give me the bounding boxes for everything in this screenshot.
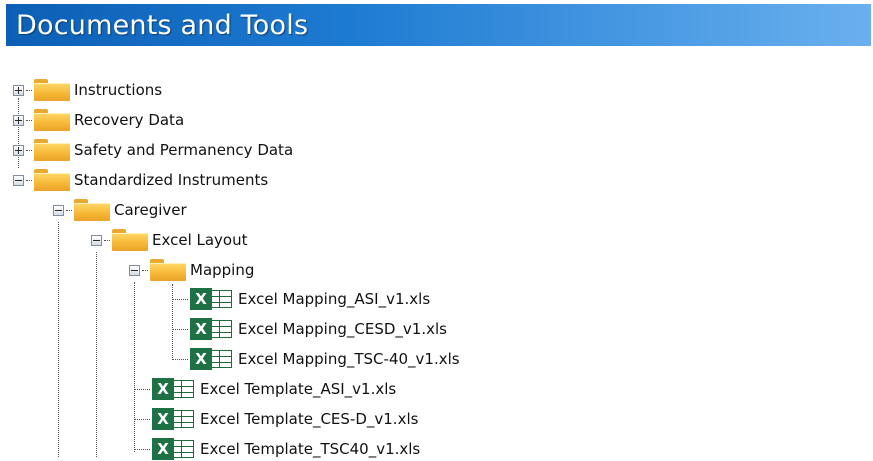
tree-node-label: Excel Layout bbox=[152, 231, 248, 249]
folder-icon bbox=[150, 259, 186, 281]
folder-icon bbox=[112, 229, 148, 251]
excel-file-icon: X bbox=[190, 287, 234, 311]
file-name: Excel Template_ASI_v1.xls bbox=[200, 380, 397, 398]
file-node[interactable]: X Excel Mapping_ASI_v1.xls bbox=[172, 287, 430, 311]
tree-node-safety-permanency[interactable]: Safety and Permanency Data bbox=[13, 138, 293, 162]
folder-icon bbox=[34, 139, 70, 161]
file-node[interactable]: X Excel Template_CES-D_v1.xls bbox=[134, 407, 418, 431]
folder-icon bbox=[34, 79, 70, 101]
plus-box-icon[interactable] bbox=[13, 144, 24, 156]
folder-icon bbox=[34, 169, 70, 191]
tree-node-mapping[interactable]: Mapping bbox=[129, 258, 254, 282]
tree-node-standardized-instruments[interactable]: Standardized Instruments bbox=[13, 168, 268, 192]
file-name: Excel Mapping_ASI_v1.xls bbox=[238, 290, 431, 308]
file-name: Excel Mapping_CESD_v1.xls bbox=[238, 320, 447, 338]
plus-box-icon[interactable] bbox=[13, 114, 24, 126]
file-node[interactable]: X Excel Mapping_CESD_v1.xls bbox=[172, 317, 447, 341]
minus-box-icon[interactable] bbox=[53, 204, 64, 216]
minus-box-icon[interactable] bbox=[91, 234, 102, 246]
tree-connector bbox=[96, 252, 97, 457]
tree-node-caregiver[interactable]: Caregiver bbox=[53, 198, 187, 222]
document-tree: Instructions Recovery Data Safety and Pe… bbox=[0, 0, 873, 460]
excel-file-icon: X bbox=[190, 317, 234, 341]
excel-file-icon: X bbox=[152, 437, 196, 461]
tree-node-recovery-data[interactable]: Recovery Data bbox=[13, 108, 184, 132]
tree-node-label: Instructions bbox=[74, 81, 163, 99]
folder-icon bbox=[74, 199, 110, 221]
tree-node-instructions[interactable]: Instructions bbox=[13, 78, 162, 102]
excel-file-icon: X bbox=[152, 377, 196, 401]
excel-file-icon: X bbox=[190, 347, 234, 371]
file-node[interactable]: X Excel Mapping_TSC-40_v1.xls bbox=[172, 347, 460, 371]
tree-connector bbox=[58, 222, 59, 457]
tree-node-label: Recovery Data bbox=[74, 111, 185, 129]
plus-box-icon[interactable] bbox=[13, 84, 24, 96]
file-name: Excel Mapping_TSC-40_v1.xls bbox=[238, 350, 460, 368]
file-node[interactable]: X Excel Template_TSC40_v1.xls bbox=[134, 437, 420, 461]
file-name: Excel Template_TSC40_v1.xls bbox=[200, 440, 421, 458]
file-node[interactable]: X Excel Template_ASI_v1.xls bbox=[134, 377, 396, 401]
excel-file-icon: X bbox=[152, 407, 196, 431]
tree-node-excel-layout[interactable]: Excel Layout bbox=[91, 228, 248, 252]
tree-node-label: Safety and Permanency Data bbox=[74, 141, 294, 159]
tree-node-label: Mapping bbox=[190, 261, 255, 279]
minus-box-icon[interactable] bbox=[129, 264, 140, 276]
tree-node-label: Caregiver bbox=[114, 201, 187, 219]
tree-node-label: Standardized Instruments bbox=[74, 171, 269, 189]
folder-icon bbox=[34, 109, 70, 131]
file-name: Excel Template_CES-D_v1.xls bbox=[200, 410, 419, 428]
minus-box-icon[interactable] bbox=[13, 174, 24, 186]
